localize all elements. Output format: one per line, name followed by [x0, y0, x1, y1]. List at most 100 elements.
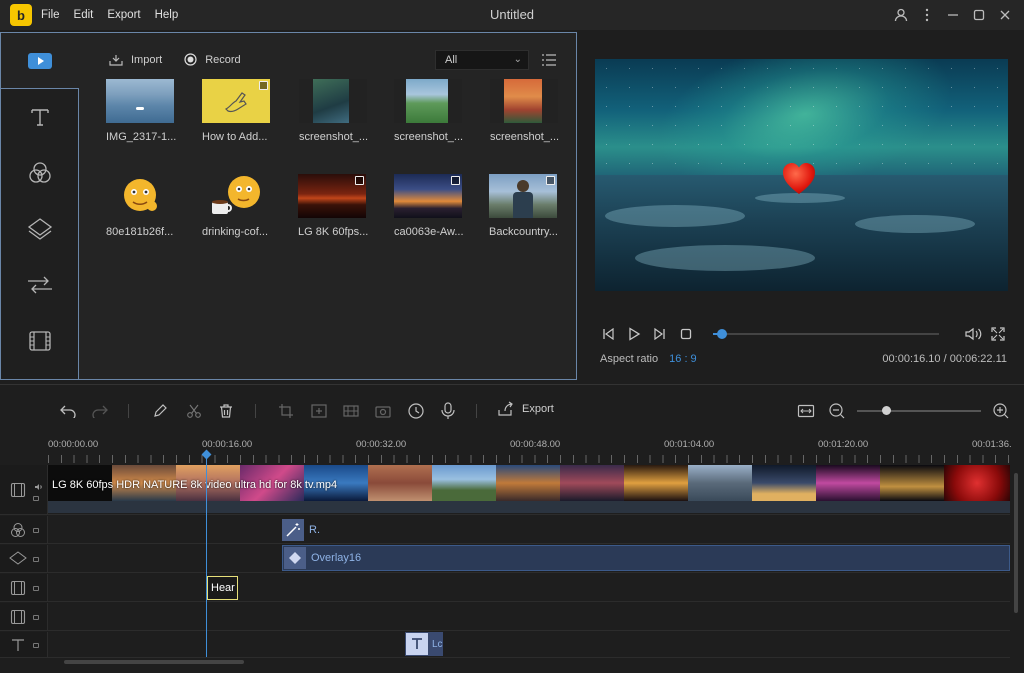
app-logo: b: [10, 4, 32, 26]
media-filter-select[interactable]: All ⌄: [435, 50, 529, 70]
ice-floe: [635, 245, 815, 271]
media-item[interactable]: LG 8K 60fps...: [298, 174, 368, 238]
rail-overlays-tab[interactable]: [1, 201, 78, 257]
lock-icon[interactable]: [33, 642, 39, 648]
next-frame-button[interactable]: [647, 324, 673, 344]
media-item[interactable]: ca0063e-Aw...: [394, 174, 464, 238]
menu-export[interactable]: Export: [107, 9, 140, 21]
seek-handle[interactable]: [717, 329, 728, 339]
scissors-icon: [187, 404, 201, 418]
horizontal-scrollbar[interactable]: [48, 658, 1010, 666]
list-view-icon[interactable]: [541, 53, 557, 71]
export-icon: [498, 401, 513, 416]
aspect-value[interactable]: 16 : 9: [669, 353, 697, 365]
empty-track: [0, 603, 1010, 631]
text-clip[interactable]: Lc: [405, 632, 443, 656]
lock-icon[interactable]: [33, 527, 39, 533]
lock-icon[interactable]: [33, 585, 39, 591]
voiceover-button[interactable]: [434, 397, 462, 425]
overlay-clip[interactable]: Overlay16: [282, 545, 1010, 571]
zoom-frame-button[interactable]: [305, 397, 333, 425]
fullscreen-button[interactable]: [985, 324, 1011, 344]
media-caption: How to Add...: [202, 131, 268, 143]
playhead[interactable]: [206, 457, 207, 657]
overlay-clip-label: Overlay16: [311, 552, 362, 564]
clip-frame: [496, 465, 560, 501]
stop-icon: [680, 328, 692, 340]
media-item[interactable]: Backcountry...: [489, 174, 559, 238]
lock-icon[interactable]: [33, 495, 39, 501]
preview-canvas[interactable]: [595, 59, 1008, 291]
zoom-out-icon: [829, 403, 845, 419]
menu-file[interactable]: File: [41, 9, 60, 21]
zoom-slider-handle[interactable]: [881, 406, 891, 415]
menu-edit[interactable]: Edit: [74, 9, 94, 21]
undo-button[interactable]: [54, 397, 82, 425]
edit-button[interactable]: [146, 397, 174, 425]
lock-icon[interactable]: [33, 556, 39, 562]
rail-filters-tab[interactable]: [1, 145, 78, 201]
mosaic-button[interactable]: [337, 397, 365, 425]
overlay-track: Overlay16: [0, 545, 1010, 573]
record-button[interactable]: Record: [184, 53, 241, 66]
media-item[interactable]: 80e181b26f...: [106, 174, 176, 238]
media-item[interactable]: screenshot_...: [490, 79, 560, 143]
heart-sticker-icon[interactable]: [781, 161, 817, 197]
maximize-icon[interactable]: [966, 0, 992, 30]
previous-frame-button[interactable]: [595, 324, 621, 344]
time-ruler[interactable]: 00:00:00.00 00:00:16.00 00:00:32.00 00:0…: [48, 437, 1012, 463]
scroll-thumb[interactable]: [64, 660, 244, 664]
rail-text-tab[interactable]: [1, 89, 78, 145]
cut-button[interactable]: [180, 397, 208, 425]
mosaic-icon: [343, 405, 359, 417]
film-icon: [28, 331, 51, 351]
zoom-in-button[interactable]: [987, 397, 1015, 425]
thumbnail-emoji-face: [106, 174, 174, 218]
camera-icon: [375, 406, 391, 418]
toolbar-separator: [255, 404, 256, 418]
rail-divider-vertical: [78, 89, 79, 379]
speaker-icon[interactable]: [34, 478, 43, 496]
menu-help[interactable]: Help: [155, 9, 179, 21]
media-item[interactable]: drinking-cof...: [202, 174, 272, 238]
delete-button[interactable]: [212, 397, 240, 425]
scroll-thumb[interactable]: [1014, 473, 1018, 613]
rail-divider: [1, 88, 79, 89]
rail-media-tab[interactable]: [1, 33, 78, 89]
media-item[interactable]: screenshot_...: [299, 79, 369, 143]
rail-elements-tab[interactable]: [1, 313, 78, 369]
crop-button[interactable]: [272, 397, 300, 425]
menu-bar: File Edit Export Help: [41, 9, 192, 21]
close-icon[interactable]: [992, 0, 1018, 30]
volume-button[interactable]: [960, 324, 986, 344]
more-menu-icon[interactable]: [914, 0, 940, 30]
import-button[interactable]: Import: [109, 54, 162, 66]
thumbnail-emoji-coffee: [202, 174, 270, 218]
timeline-zoom-slider[interactable]: [857, 410, 981, 412]
snapshot-button[interactable]: [369, 397, 397, 425]
export-button[interactable]: Export: [496, 401, 554, 417]
minimize-icon[interactable]: [940, 0, 966, 30]
rail-transitions-tab[interactable]: [1, 257, 78, 313]
seek-bar[interactable]: [713, 329, 939, 339]
media-item[interactable]: screenshot_...: [394, 79, 464, 143]
redo-button[interactable]: [86, 397, 114, 425]
media-item[interactable]: How to Add...: [202, 79, 272, 143]
aspect-ratio[interactable]: Aspect ratio 16 : 9: [600, 353, 697, 365]
vertical-scrollbar[interactable]: [1012, 465, 1020, 655]
heart-clip[interactable]: Hear: [207, 576, 238, 600]
fit-timeline-button[interactable]: [792, 397, 820, 425]
effect-clip[interactable]: R.: [282, 518, 320, 542]
filter-value: All: [445, 54, 458, 66]
media-item[interactable]: IMG_2317-1...: [106, 79, 176, 143]
text-track: Lc: [0, 632, 1010, 658]
zoom-out-button[interactable]: [823, 397, 851, 425]
text-icon: [9, 636, 27, 654]
heart-clip-label: Hear: [211, 582, 235, 594]
account-icon[interactable]: [888, 0, 914, 30]
duration-button[interactable]: [402, 397, 430, 425]
play-button[interactable]: [621, 324, 647, 344]
play-icon: [629, 327, 641, 341]
stop-button[interactable]: [673, 324, 699, 344]
lock-icon[interactable]: [33, 614, 39, 620]
